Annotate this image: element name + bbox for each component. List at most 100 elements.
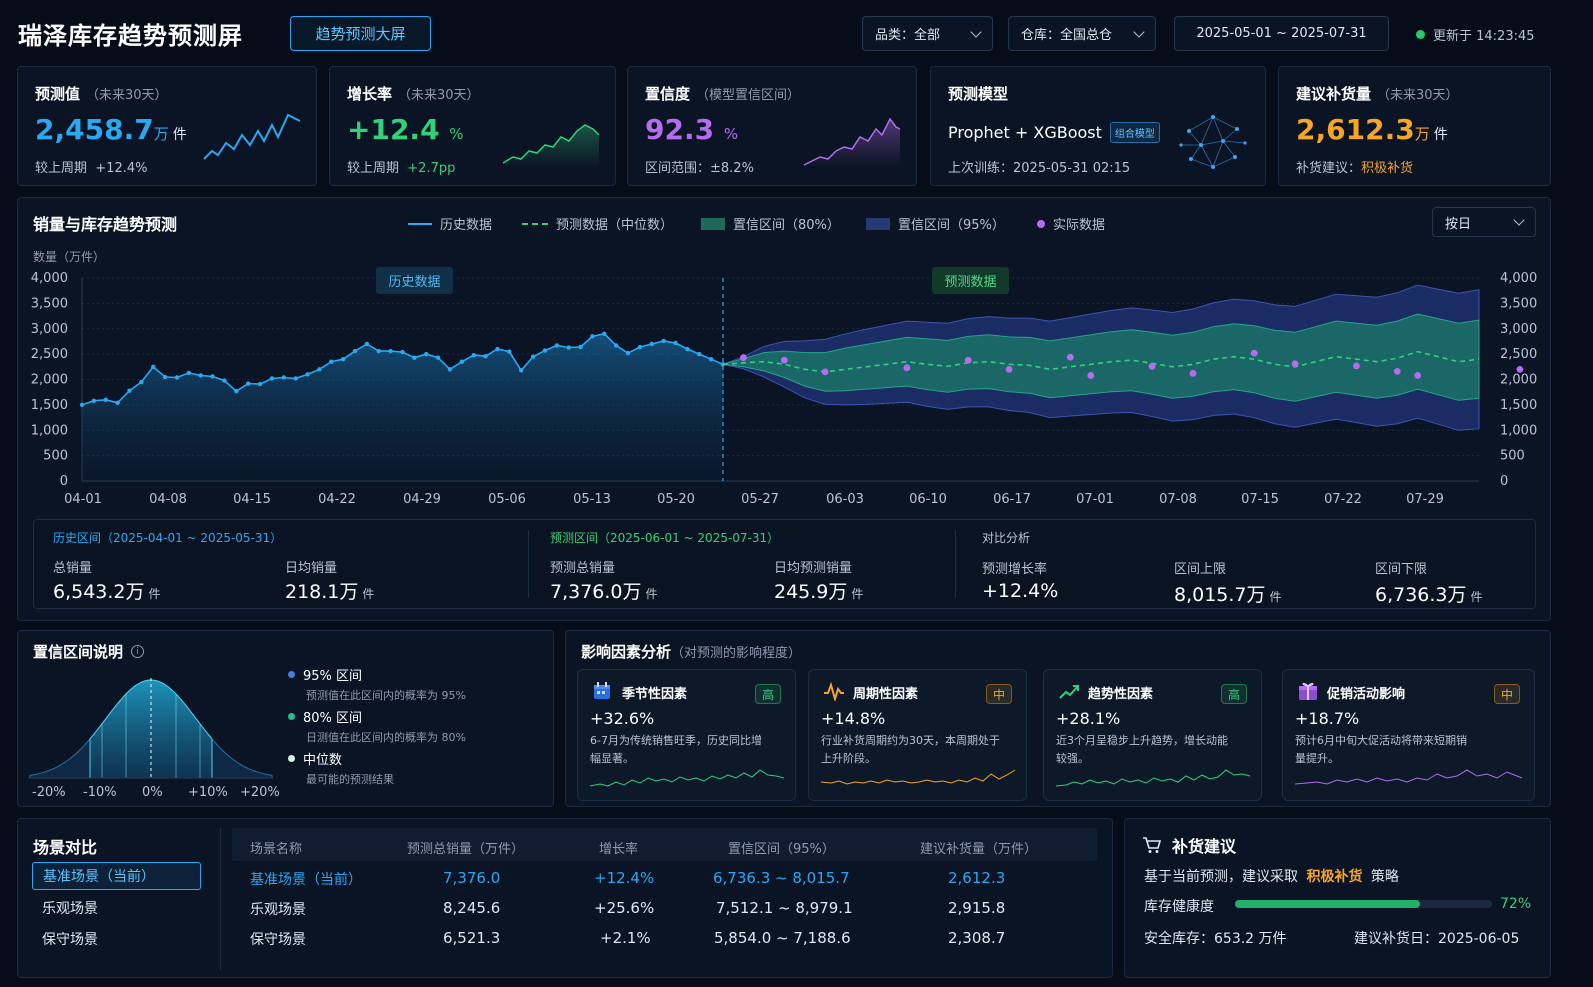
x-tick-label: 05-27 [741, 492, 779, 507]
y-tick-label-right: 0 [1500, 474, 1508, 489]
factor-value: +28.1% [1056, 709, 1121, 728]
legend-forecast[interactable]: 预测数据（中位数） [522, 214, 673, 233]
history-point [257, 381, 263, 387]
x-tick-label: 05-20 [657, 492, 695, 507]
x-tick-label: 05-06 [488, 492, 526, 507]
factor-card-promotion[interactable]: 促销活动影响 中 +18.7% 预计6月中旬大促活动将带来短期销量提升。 [1282, 669, 1535, 801]
category-select-value: 品类：全部 [875, 28, 941, 43]
table-cell: +2.1% [600, 929, 651, 947]
actual-point [1414, 372, 1422, 379]
history-point [186, 370, 192, 376]
info-icon[interactable]: i [131, 645, 145, 658]
legend-ci80[interactable]: 置信区间（80%） [701, 214, 840, 233]
date-range-picker[interactable]: 2025-05-01 ~ 2025-07-31 [1174, 16, 1389, 51]
factor-sparkline [1056, 769, 1251, 787]
x-tick-label: 04-22 [318, 492, 356, 507]
status-dot [1416, 30, 1425, 39]
history-point [245, 381, 251, 386]
history-point [673, 340, 678, 346]
lower-value: 6,736.3万件 [1375, 584, 1483, 606]
scenario-tab-conservative[interactable]: 保守场景 [32, 925, 201, 953]
sparkline [203, 113, 301, 160]
kpi-value: 92.3 % [645, 113, 739, 146]
confidence-desc: 最可能的预测结果 [306, 773, 394, 786]
table-col-header[interactable]: 场景名称 [250, 838, 302, 857]
history-point [376, 348, 381, 354]
table-cell: 2,915.8 [948, 899, 1006, 917]
growth-label: 预测增长率 [982, 562, 1048, 577]
scenario-tab-optimistic[interactable]: 乐观场景 [32, 894, 201, 922]
legend-actual[interactable]: 实际数据 [1037, 214, 1105, 233]
chart-title: 销量与库存趋势预测 [33, 215, 178, 234]
actual-point [1291, 360, 1299, 368]
dot-icon [288, 755, 295, 762]
warehouse-select[interactable]: 仓库：全国总仓 [1008, 16, 1156, 51]
history-point [637, 344, 643, 350]
factor-sparkline [1295, 769, 1523, 785]
y-tick-label-left: 3,000 [31, 322, 68, 337]
y-tick-label-right: 1,500 [1500, 398, 1537, 413]
factor-card-seasonal[interactable]: 季节性因素 高 +32.6% 6-7月为传统销售旺季，历史同比增幅显著。 [577, 669, 796, 801]
table-col-header[interactable]: 预测总销量（万件） [407, 838, 524, 857]
legend-history[interactable]: 历史数据 [408, 214, 492, 233]
table-cell: 8,245.6 [443, 899, 501, 917]
history-point [412, 355, 417, 360]
history-point [127, 388, 132, 393]
legend-box-icon [866, 217, 890, 230]
factor-level-badge: 高 [755, 684, 781, 704]
kpi-value: 2,458.7万件 [35, 113, 187, 146]
history-point [471, 352, 476, 358]
y-tick-label-right: 3,000 [1500, 322, 1537, 337]
table-cell: 保守场景 [250, 932, 306, 948]
table-cell: +25.6% [594, 899, 655, 917]
kpi-card-model: 预测模型 Prophet + XGBoost 组合模型 上次训练：2025-05… [930, 66, 1266, 186]
x-tick-label: 06-03 [826, 492, 864, 507]
scenario-tab-base[interactable]: 基准场景（当前） [32, 862, 201, 890]
history-point [566, 345, 571, 350]
factor-level-badge: 中 [1494, 684, 1520, 704]
history-point [352, 348, 358, 354]
y-tick-label-left: 1,000 [31, 423, 68, 438]
table-cell: +12.4% [594, 869, 655, 887]
x-tick-label: 07-22 [1324, 492, 1362, 507]
forecast-total-label: 预测总销量 [550, 561, 616, 576]
table-col-header[interactable]: 增长率 [599, 838, 638, 857]
x-tick-label: 07-01 [1076, 492, 1114, 507]
svg-text:+20%: +20% [240, 785, 280, 800]
category-select[interactable]: 品类：全部 [862, 16, 993, 51]
history-point [590, 334, 595, 339]
confidence-desc: 预测值在此区间内的概率为 95% [306, 689, 466, 702]
granularity-select[interactable]: 按日 [1432, 207, 1536, 237]
legend-box-icon [701, 217, 725, 230]
factor-card-cyclical[interactable]: 周期性因素 中 +14.8% 行业补货周期约为30天，本周期处于上升阶段。 [808, 669, 1027, 801]
legend-dot-icon [1037, 219, 1045, 228]
forecast-daily-label: 日均预测销量 [774, 561, 853, 576]
kpi-foot: 较上周期 +2.7pp [347, 161, 456, 176]
chevron-down-icon [1133, 25, 1145, 38]
kpi-card-forecast: 预测值 （未来30天） 2,458.7万件 较上周期 +12.4% [17, 66, 317, 186]
x-tick-label: 04-01 [64, 492, 102, 507]
factor-sparkline [821, 769, 1016, 785]
forecast-daily-value: 245.9万件 [774, 581, 864, 603]
history-point [340, 357, 346, 362]
factor-desc: 预计6月中旬大促活动将带来短期销量提升。 [1295, 734, 1467, 765]
y-tick-label-left: 0 [60, 474, 68, 489]
history-point [329, 359, 334, 364]
history-point [234, 388, 239, 394]
history-point [578, 344, 583, 350]
factor-card-trend[interactable]: 趋势性因素 高 +28.1% 近3个月呈稳步上升趋势，增长动能较强。 [1043, 669, 1262, 801]
table-col-header[interactable]: 置信区间（95%） [728, 838, 835, 857]
kpi-card-growth: 增长率 （未来30天） +12.4 % 较上周期 +2.7pp [329, 66, 616, 186]
network-icon [1179, 115, 1247, 169]
factor-desc: 6-7月为传统销售旺季，历史同比增幅显著。 [590, 734, 762, 765]
health-percent: 72% [1500, 896, 1532, 912]
calendar-icon [594, 682, 610, 699]
x-tick-label: 04-29 [403, 492, 441, 507]
table-col-header[interactable]: 建议补货量（万件） [920, 838, 1037, 857]
legend-ci95[interactable]: 置信区间（95%） [866, 214, 1005, 233]
update-time: 更新于 14:23:45 [1433, 29, 1535, 44]
factor-sparkline [590, 769, 785, 787]
kpi-foot: 补货建议：积极补货 [1296, 161, 1414, 176]
screen-badge[interactable]: 趋势预测大屏 [290, 16, 431, 51]
kpi-card-replenish: 建议补货量 （未来30天） 2,612.3万件 补货建议：积极补货 [1278, 66, 1551, 186]
